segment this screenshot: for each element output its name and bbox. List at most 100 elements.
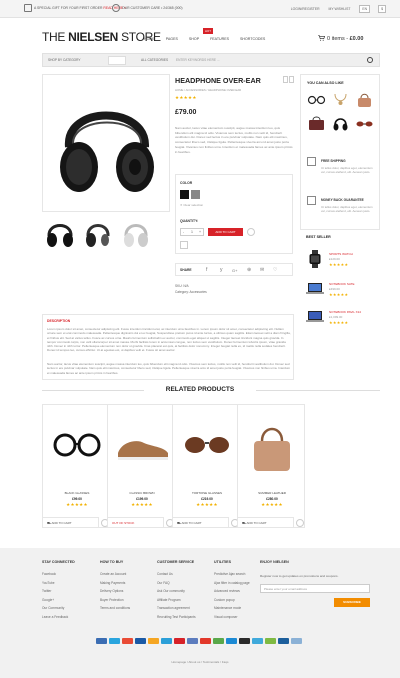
nav-pages[interactable]: PAGES bbox=[166, 37, 178, 41]
footer-link[interactable]: Visual composer bbox=[214, 615, 250, 619]
account-link[interactable]: LOGIN/REGISTER bbox=[291, 7, 320, 11]
heart-icon[interactable]: ♡ bbox=[273, 267, 277, 273]
add-to-cart-button[interactable]: ADD TO CART bbox=[208, 228, 243, 236]
footer-link[interactable]: Custom popup bbox=[214, 598, 250, 602]
nav-home[interactable]: HOME bbox=[144, 37, 155, 41]
related-product-card[interactable]: BLACK GLASSES £99.00 ★★★★★ ⛟ ADD TO CART bbox=[42, 404, 110, 528]
watch-icon[interactable] bbox=[306, 250, 324, 268]
footer-link[interactable]: Predictive Ajax search bbox=[214, 572, 250, 576]
handbag-icon[interactable] bbox=[355, 91, 374, 108]
nav-shortcodes[interactable]: SHORTCODES bbox=[240, 37, 265, 41]
payment-card-icon bbox=[122, 638, 133, 644]
footer-link[interactable]: Buyer Protection bbox=[100, 598, 130, 602]
payment-card-icon bbox=[265, 638, 276, 644]
also-like-title: YOU CAN ALSO LIKE bbox=[307, 81, 344, 85]
newsletter-email-input[interactable]: Please enter your email address bbox=[260, 584, 370, 593]
thumbnail[interactable] bbox=[42, 216, 78, 252]
sidebar-also-like: YOU CAN ALSO LIKE FREE SHIPPING Ut tellu… bbox=[300, 74, 380, 230]
add-to-cart-button[interactable]: ⛟ ADD TO CART bbox=[238, 517, 294, 528]
quantity-stepper[interactable]: - 1 + bbox=[180, 228, 204, 236]
plus-icon[interactable]: + bbox=[199, 230, 201, 234]
laptop-icon[interactable] bbox=[306, 280, 324, 298]
footer-link[interactable]: Ask Our community bbox=[157, 589, 196, 593]
sunglasses-icon[interactable] bbox=[355, 115, 374, 132]
related-product-card[interactable]: SUMMER LEATHER £280.00 ★★★★★ ⛟ ADD TO CA… bbox=[237, 404, 305, 528]
promo-prefix: A SPECIAL GIFT FOR YOUR FIRST ORDER bbox=[34, 6, 103, 10]
thumbnail[interactable] bbox=[118, 216, 154, 252]
all-categories-select[interactable]: ALL CATEGORIES bbox=[141, 58, 168, 62]
cart-summary[interactable]: 0 items - £0.00 bbox=[318, 35, 363, 42]
add-to-cart-button[interactable]: ⛟ ADD TO CART bbox=[173, 517, 229, 528]
footer-link[interactable]: Facebook bbox=[42, 572, 75, 576]
clear-selection-link[interactable]: ✕ Clear selection bbox=[180, 203, 203, 207]
footer-link[interactable]: Recruiting Test Participants bbox=[157, 615, 196, 619]
related-product-card[interactable]: TORTOISE GLASSES £219.00 ★★★★★ ⛟ ADD TO … bbox=[172, 404, 240, 528]
footer-link[interactable]: Delivery Options bbox=[100, 589, 130, 593]
pinterest-icon[interactable]: ⊕ bbox=[247, 267, 251, 273]
headphone-icon[interactable] bbox=[331, 115, 350, 132]
footer-link[interactable]: Maintenance mode bbox=[214, 606, 250, 610]
footer-link[interactable]: Terms and conditions bbox=[100, 606, 130, 610]
quantity-label: QUANTITY: bbox=[180, 219, 199, 223]
prev-product-button[interactable] bbox=[283, 76, 288, 83]
footer-link[interactable]: Making Payments bbox=[100, 581, 130, 585]
minus-icon[interactable]: - bbox=[183, 230, 184, 234]
footer-link[interactable]: Our Community bbox=[42, 606, 75, 610]
related-product-name[interactable]: TORTOISE GLASSES bbox=[173, 491, 241, 495]
shop-by-category[interactable]: SHOP BY CATEGORY bbox=[48, 58, 81, 62]
wishlist-heart-icon[interactable] bbox=[296, 519, 304, 527]
bag-icon[interactable] bbox=[307, 115, 326, 132]
related-button-label: ADD TO CART bbox=[181, 521, 202, 525]
search-icon[interactable] bbox=[367, 57, 373, 63]
language-select[interactable]: EN bbox=[359, 5, 371, 13]
color-swatch-black[interactable] bbox=[180, 190, 189, 199]
wishlist-heart-icon[interactable] bbox=[247, 228, 255, 236]
out-of-stock-button[interactable]: OUT OF STOCK bbox=[108, 517, 164, 528]
next-product-button[interactable] bbox=[289, 76, 294, 83]
related-product-name[interactable]: BLACK GLASSES bbox=[43, 491, 111, 495]
nav-shop[interactable]: SHOP bbox=[189, 37, 199, 41]
facebook-icon[interactable]: f bbox=[206, 267, 207, 273]
related-product-card[interactable]: CLASSIC BROWN £199.00 ★★★★★ OUT OF STOCK bbox=[107, 404, 175, 528]
footer-link[interactable]: Contact Us bbox=[157, 572, 196, 576]
feature-title: MONEY BACK GUARANTEE bbox=[321, 198, 364, 202]
best-seller-name[interactable]: NOTEBOOK SATE bbox=[329, 282, 354, 286]
googleplus-icon[interactable]: G+ bbox=[232, 268, 237, 273]
glasses-icon[interactable] bbox=[307, 91, 326, 108]
footer-link[interactable]: Advanced reviews bbox=[214, 589, 250, 593]
compare-icon[interactable] bbox=[180, 241, 188, 249]
subscribe-button[interactable]: SUBSCRIBE bbox=[334, 598, 370, 607]
footer-link[interactable]: Google+ bbox=[42, 598, 75, 602]
best-seller-name[interactable]: SPORTS WATCH bbox=[329, 252, 353, 256]
footer-column-title: CUSTOMER SERVICE bbox=[157, 560, 195, 564]
product-main-image[interactable] bbox=[42, 74, 170, 212]
email-icon[interactable]: ✉ bbox=[260, 267, 264, 273]
footer-link[interactable]: YouTube bbox=[42, 581, 75, 585]
category-toggle[interactable] bbox=[108, 56, 126, 65]
related-product-name[interactable]: SUMMER LEATHER bbox=[238, 491, 306, 495]
related-product-name[interactable]: CLASSIC BROWN bbox=[108, 491, 176, 495]
handbag-image bbox=[254, 427, 290, 471]
twitter-icon[interactable]: y bbox=[220, 267, 223, 273]
footer-link[interactable]: Ajax filter in catalog page bbox=[214, 581, 250, 585]
footer-link[interactable]: Our FAQ bbox=[157, 581, 196, 585]
description-tab[interactable]: DESCRIPTION bbox=[47, 319, 70, 323]
footer-link[interactable]: Twitter bbox=[42, 589, 75, 593]
footer-link[interactable]: Affiliate Program bbox=[157, 598, 196, 602]
related-product-rating: ★★★★★ bbox=[131, 502, 153, 507]
logo[interactable]: THE NIELSEN STORE bbox=[42, 30, 161, 44]
footer-link[interactable]: Transaction agreement bbox=[157, 606, 196, 610]
nav-features[interactable]: FEATURES bbox=[210, 37, 229, 41]
best-seller-name[interactable]: NOTEBOOK PAVIL X14 bbox=[329, 310, 361, 314]
laptop-icon[interactable] bbox=[306, 308, 324, 326]
wishlist-link[interactable]: MY WISHLIST bbox=[329, 7, 351, 11]
necklace-icon[interactable] bbox=[331, 91, 350, 108]
add-to-cart-button[interactable]: ⛟ ADD TO CART bbox=[43, 517, 99, 528]
footer-bottom-links[interactable]: Homepage / About us / Testimonials / Faq… bbox=[0, 660, 400, 664]
search-input[interactable]: ENTER KEYWORDS HERE ... bbox=[176, 58, 220, 62]
footer-link[interactable]: Create an Account bbox=[100, 572, 130, 576]
currency-select[interactable]: $ bbox=[378, 5, 386, 13]
footer-link[interactable]: Leave a Feedback bbox=[42, 615, 75, 619]
color-swatch-grey[interactable] bbox=[191, 190, 200, 199]
thumbnail[interactable] bbox=[80, 216, 116, 252]
